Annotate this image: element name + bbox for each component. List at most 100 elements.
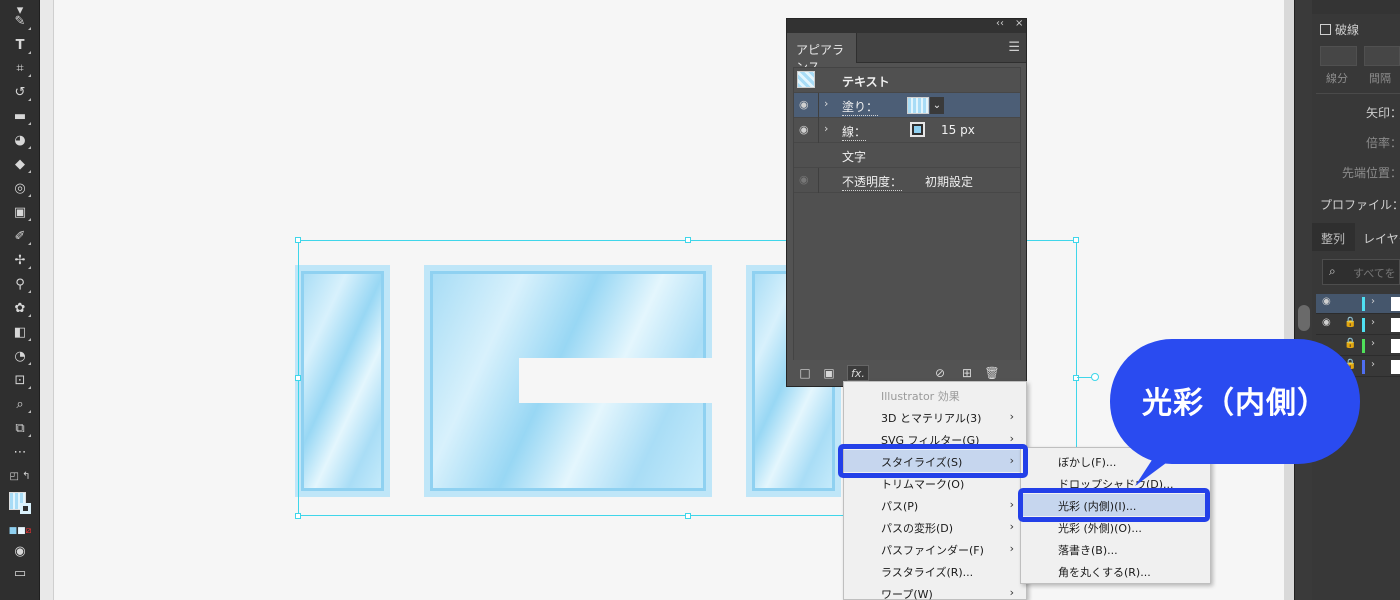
appearance-object-row[interactable]: テキスト (794, 68, 1020, 93)
eye-icon[interactable]: ◉ (1322, 296, 1331, 307)
dashed-line-checkbox[interactable]: 破線 (1320, 21, 1359, 38)
opacity-row[interactable]: ◉ 不透明度： 初期設定 (794, 168, 1020, 193)
eraser-tool-icon[interactable]: ◆ (8, 154, 32, 174)
type-tool-icon[interactable]: T (8, 35, 32, 55)
chevron-right-icon[interactable]: › (1371, 359, 1375, 370)
tab-appearance[interactable]: アピアランス (787, 33, 857, 74)
highlight-frame-inner-glow (1018, 488, 1210, 522)
panel-titlebar[interactable]: ‹‹ × (787, 18, 1026, 33)
opacity-value: 初期設定 (925, 175, 974, 189)
opacity-label[interactable]: 不透明度： (842, 173, 903, 191)
chevron-right-icon[interactable]: › (1371, 338, 1375, 349)
menu-item-warp[interactable]: ワープ(W) › (844, 582, 1026, 600)
right-dock-panel: 破線 線分 間隔 矢印： 倍率： 先端位置： プロファイル： 整列 レイヤー ⌕… (1312, 0, 1400, 600)
eye-icon[interactable]: ◉ (1322, 317, 1331, 328)
puppet-warp-tool-icon[interactable]: ⧉ (8, 418, 32, 438)
clear-appearance-icon[interactable]: ⊘ (932, 365, 948, 381)
pencil-tool-icon[interactable]: ✐ (8, 226, 32, 246)
eye-icon[interactable]: ◉ (799, 98, 809, 111)
layer-thumbnail (1391, 339, 1400, 353)
lock-icon[interactable]: 🔒 (1344, 338, 1356, 349)
layer-thumbnail (1391, 318, 1400, 332)
eye-icon[interactable]: ◉ (799, 173, 809, 186)
lock-icon[interactable]: 🔒 (1344, 317, 1356, 328)
close-icon[interactable]: × (1015, 18, 1023, 29)
paintbrush-tool-icon[interactable]: ✎ (8, 11, 32, 31)
chevron-down-icon[interactable]: ⌄ (930, 97, 944, 114)
dock-top-strip (1312, 0, 1400, 14)
tab-align[interactable]: 整列 (1321, 230, 1345, 247)
layers-search-input[interactable]: ⌕ すべてを (1322, 259, 1400, 285)
color-gradient-none-icon[interactable]: ■ ■ ⧄ (8, 521, 32, 541)
chevron-right-icon[interactable]: › (1371, 296, 1375, 307)
menu-item-round-corners[interactable]: 角を丸くする(R)... (1021, 560, 1210, 582)
dash-gap-field[interactable] (1364, 46, 1400, 66)
bbox-handle[interactable] (295, 513, 301, 519)
fill-stroke-swatch-icon[interactable] (8, 489, 32, 519)
symbol-sprayer-tool-icon[interactable]: ✿ (8, 298, 32, 318)
stroke-swatch[interactable] (910, 122, 925, 137)
stroke-weight-value[interactable]: 15 px (941, 123, 975, 137)
lasso-tool-icon[interactable]: ◎ (8, 178, 32, 198)
screen-mode-icon[interactable]: ▭ (8, 563, 32, 583)
bbox-handle[interactable] (295, 237, 301, 243)
gradient-tool-icon[interactable]: ▣ (8, 202, 32, 222)
edit-toolbar-icon[interactable]: ⋯ (8, 442, 32, 462)
menu-item-path[interactable]: パス(P) › (844, 494, 1026, 516)
chevron-right-icon[interactable]: › (824, 97, 828, 110)
menu-item-rasterize[interactable]: ラスタライズ(R)... (844, 560, 1026, 582)
free-transform-tool-icon[interactable]: ⌗ (8, 58, 32, 78)
tab-layers[interactable]: レイヤー (1363, 230, 1400, 247)
add-stroke-icon[interactable]: □ (797, 365, 813, 381)
menu-header-illustrator-effects: Illustrator 効果 (881, 390, 960, 403)
layer-color-swatch (1362, 297, 1365, 311)
bbox-handle[interactable] (295, 375, 301, 381)
panel-menu-icon[interactable]: ☰ (1008, 40, 1020, 55)
duplicate-item-icon[interactable]: ⊞ (959, 365, 975, 381)
characters-row[interactable]: 文字 (794, 143, 1020, 168)
dash-segment-field[interactable] (1320, 46, 1357, 66)
rotate-handle[interactable] (1091, 373, 1099, 381)
menu-item-pathfinder[interactable]: パスファインダー(F) › (844, 538, 1026, 560)
mesh-tool-icon[interactable]: ✢ (8, 250, 32, 270)
swap-fill-stroke-icon[interactable]: ◰ ↰ (8, 466, 32, 486)
fx-add-effect-button[interactable]: fx. (847, 365, 869, 381)
fill-row[interactable]: ◉ › 塗り： ⌄ (794, 93, 1020, 118)
bbox-handle[interactable] (685, 513, 691, 519)
vertical-scrollbar[interactable] (1294, 0, 1312, 600)
collapse-panel-icon[interactable]: ‹‹ (996, 18, 1004, 29)
menu-item-label: ワープ(W) (881, 588, 933, 600)
scrollbar-thumb[interactable] (1298, 305, 1310, 331)
layer-row[interactable]: ◉ 🔒 › (1316, 315, 1400, 335)
drawing-mode-icon[interactable]: ◉ (8, 541, 32, 561)
bbox-handle[interactable] (1073, 375, 1079, 381)
menu-item-3d-materials[interactable]: 3D とマテリアル(3) › (844, 406, 1026, 428)
bbox-handle[interactable] (1073, 237, 1079, 243)
canvas-margin (40, 0, 54, 600)
arrow-tip-position-label: 先端位置： (1342, 166, 1400, 180)
chevron-right-icon: › (1009, 542, 1014, 555)
live-paint-tool-icon[interactable]: ◧ (8, 322, 32, 342)
layer-row[interactable]: ◉ › (1316, 294, 1400, 314)
rectangle-tool-icon[interactable]: ▬ (8, 106, 32, 126)
trash-icon[interactable]: 🗑 (984, 365, 1000, 381)
rotate-tool-icon[interactable]: ↺ (8, 82, 32, 102)
stroke-label[interactable]: 線： (842, 123, 867, 141)
fill-swatch[interactable] (907, 97, 929, 114)
layer-color-swatch (1362, 339, 1365, 353)
shape-builder-tool-icon[interactable]: ◕ (8, 130, 32, 150)
bbox-handle[interactable] (685, 237, 691, 243)
fill-label[interactable]: 塗り： (842, 98, 879, 116)
pie-graph-tool-icon[interactable]: ◔ (8, 346, 32, 366)
stroke-row[interactable]: ◉ › 線： 15 px (794, 118, 1020, 143)
eyedropper-tool-icon[interactable]: ⚲ (8, 274, 32, 294)
add-fill-icon[interactable]: ▣ (821, 365, 837, 381)
chevron-right-icon[interactable]: › (824, 122, 828, 135)
artboard-tool-icon[interactable]: ⊡ (8, 370, 32, 390)
characters-label: 文字 (842, 150, 867, 164)
zoom-tool-icon[interactable]: ⌕ (8, 394, 32, 414)
eye-icon[interactable]: ◉ (799, 123, 809, 136)
menu-item-scribble[interactable]: 落書き(B)... (1021, 538, 1210, 560)
chevron-right-icon[interactable]: › (1371, 317, 1375, 328)
menu-item-distort-transform[interactable]: パスの変形(D) › (844, 516, 1026, 538)
